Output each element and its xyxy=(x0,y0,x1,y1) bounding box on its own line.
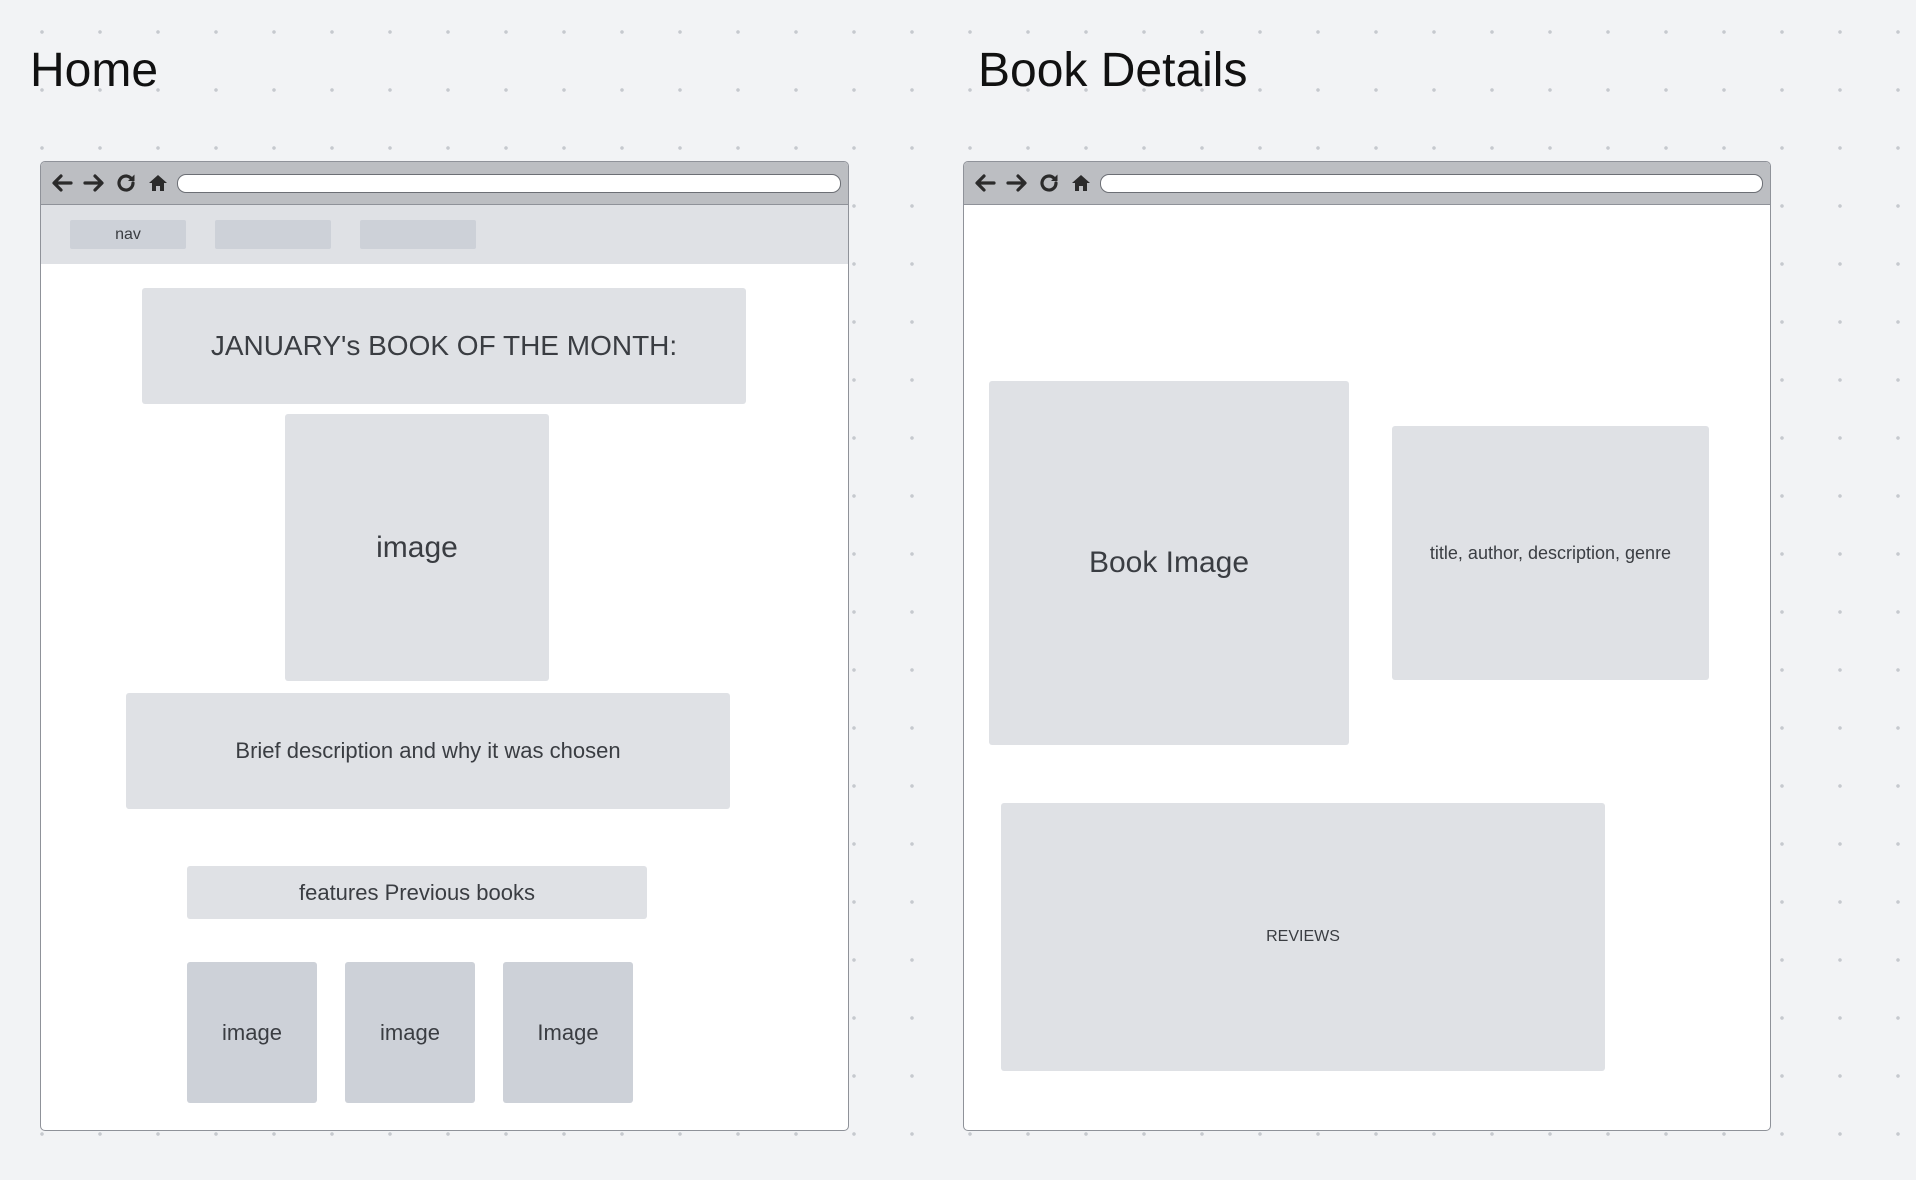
book-details-browser-window: Book Image title, author, description, g… xyxy=(963,161,1771,1131)
nav-item-2[interactable] xyxy=(215,220,331,249)
home-icon[interactable] xyxy=(142,167,174,199)
address-bar[interactable] xyxy=(177,173,841,193)
nav-item-1[interactable]: nav xyxy=(70,220,186,249)
previous-books-heading: features Previous books xyxy=(187,866,647,919)
book-info: title, author, description, genre xyxy=(1392,426,1709,680)
book-description: Brief description and why it was chosen xyxy=(126,693,730,809)
previous-book-image: image xyxy=(345,962,475,1103)
frame-title-home: Home xyxy=(30,44,159,97)
address-bar[interactable] xyxy=(1100,173,1763,193)
home-icon[interactable] xyxy=(1065,167,1097,199)
previous-book-image: Image xyxy=(503,962,633,1103)
reload-icon[interactable] xyxy=(1033,167,1065,199)
browser-toolbar xyxy=(41,162,848,205)
reviews-section: REVIEWS xyxy=(1001,803,1605,1071)
back-arrow-icon[interactable] xyxy=(46,167,78,199)
forward-arrow-icon[interactable] xyxy=(1001,167,1033,199)
browser-toolbar xyxy=(964,162,1770,205)
frame-title-book-details: Book Details xyxy=(978,44,1248,97)
book-of-month-heading: JANUARY's BOOK OF THE MONTH: xyxy=(142,288,746,404)
nav-item-3[interactable] xyxy=(360,220,476,249)
home-browser-window: nav JANUARY's BOOK OF THE MONTH: image B… xyxy=(40,161,849,1131)
forward-arrow-icon[interactable] xyxy=(78,167,110,199)
book-image: Book Image xyxy=(989,381,1349,745)
previous-book-image: image xyxy=(187,962,317,1103)
nav-bar: nav xyxy=(41,205,848,264)
back-arrow-icon[interactable] xyxy=(969,167,1001,199)
reload-icon[interactable] xyxy=(110,167,142,199)
featured-book-image: image xyxy=(285,414,549,681)
